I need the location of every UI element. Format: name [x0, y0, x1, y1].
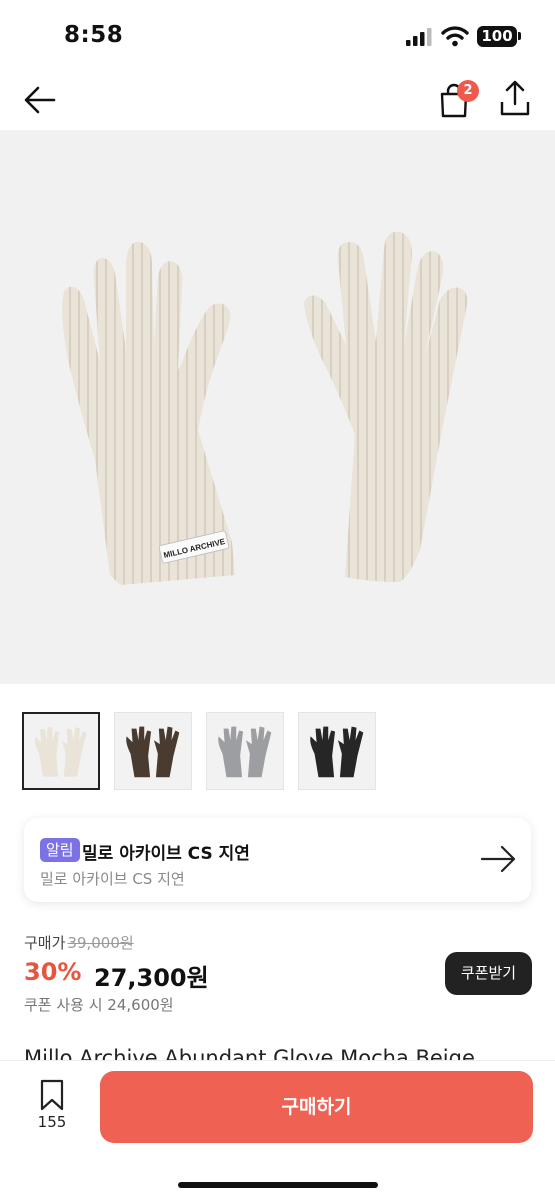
back-arrow-icon[interactable] — [20, 80, 60, 120]
notice-badge: 알림 — [40, 838, 80, 862]
buy-button[interactable]: 구매하기 — [100, 1071, 533, 1143]
notice-subtitle: 밀로 아카이브 CS 지연 — [40, 870, 185, 888]
thumbnail-black[interactable] — [298, 712, 376, 790]
bookmark-count: 155 — [37, 1113, 67, 1131]
arrow-right-icon — [480, 845, 516, 873]
status-time: 8:58 — [64, 22, 124, 48]
wifi-icon — [441, 26, 469, 47]
cellular-signal-icon — [406, 28, 432, 46]
notice-title: 밀로 아카이브 CS 지연 — [82, 844, 250, 864]
thumbnail-gloves-icon — [218, 726, 272, 778]
thumbnail-gloves-icon — [126, 726, 180, 778]
thumbnail-gloves-icon — [310, 726, 364, 778]
bookmark-icon — [40, 1079, 64, 1111]
product-image[interactable]: MILLO ARCHIVE — [0, 130, 555, 684]
coupon-button[interactable]: 쿠폰받기 — [445, 952, 532, 995]
cart-count-badge: 2 — [457, 80, 479, 102]
price-label: 구매가 — [24, 934, 66, 952]
final-price: 27,300원 — [94, 964, 209, 992]
coupon-price: 쿠폰 사용 시 24,600원 — [24, 996, 174, 1014]
battery-indicator: 100 — [477, 26, 517, 47]
bottom-action-bar: 155 구매하기 — [0, 1060, 555, 1201]
thumbnail-brown[interactable] — [114, 712, 192, 790]
gloves-illustration: MILLO ARCHIVE — [62, 231, 468, 586]
notice-card[interactable]: 알림 밀로 아카이브 CS 지연 밀로 아카이브 CS 지연 — [24, 818, 531, 902]
status-bar: 8:58 100 — [0, 0, 555, 72]
thumbnail-beige[interactable] — [22, 712, 100, 790]
thumbnail-gray[interactable] — [206, 712, 284, 790]
thumbnail-gloves-icon — [34, 727, 87, 777]
bookmark-button[interactable]: 155 — [30, 1079, 74, 1139]
price-label-row: 구매가 39,000원 — [24, 932, 134, 953]
discount-rate: 30% — [24, 958, 82, 986]
top-nav: 2 — [0, 72, 555, 130]
home-indicator — [178, 1182, 378, 1188]
share-icon[interactable] — [496, 78, 534, 120]
battery-tip — [518, 32, 521, 40]
original-price: 39,000원 — [67, 934, 134, 952]
